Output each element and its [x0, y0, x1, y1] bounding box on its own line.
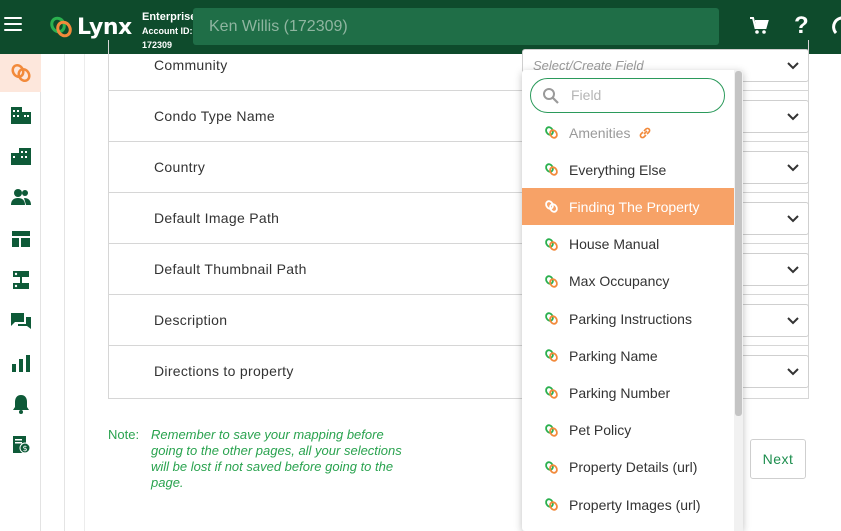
integration-icon: [12, 271, 29, 289]
chevron-down-icon: [787, 266, 799, 274]
sidebar-item-reports[interactable]: [0, 344, 41, 382]
lynx-logo-icon: [10, 63, 31, 83]
dropdown-item[interactable]: Parking Instructions: [522, 300, 734, 337]
dropdown-item-label: Pet Policy: [569, 422, 632, 439]
lynx-field-icon: [545, 498, 558, 511]
lynx-field-icon: [545, 200, 558, 214]
bar-chart-icon: [11, 355, 30, 372]
dropdown-item-label: Parking Name: [569, 347, 658, 364]
sidebar-item-layout[interactable]: [0, 220, 41, 258]
row-label: Directions to property: [154, 363, 294, 379]
billing-icon: $: [12, 436, 30, 454]
dropdown-item[interactable]: Pet Policy: [522, 412, 734, 449]
dropdown-item-label: Finding The Property: [569, 198, 700, 215]
dropdown-item-label: Parking Number: [569, 384, 671, 401]
chevron-down-icon: [787, 164, 799, 172]
lynx-field-icon: [545, 349, 558, 362]
users-icon: [10, 189, 31, 205]
dropdown-item-label: Everything Else: [569, 161, 667, 178]
dropdown-item[interactable]: Everything Else: [522, 151, 734, 188]
building-icon: [10, 107, 31, 124]
search-icon: [543, 88, 559, 104]
field-search-placeholder: Field: [571, 87, 602, 103]
chat-icon: [10, 313, 31, 329]
sidebar-item-buildings[interactable]: [0, 137, 41, 175]
lynx-field-icon: [545, 312, 558, 325]
link-icon: [640, 127, 651, 138]
row-label: Community: [154, 57, 228, 73]
lynx-logo-icon: [50, 16, 72, 38]
dropdown-item[interactable]: Max Occupancy: [522, 263, 734, 300]
logo-text: Lynx: [77, 14, 132, 40]
bell-icon: [12, 395, 29, 414]
sidebar-item-messages[interactable]: [0, 302, 41, 340]
dropdown-item[interactable]: Finding The Property: [522, 188, 734, 226]
dropdown-item[interactable]: Parking Number: [522, 374, 734, 411]
lynx-field-icon: [545, 423, 558, 437]
sidebar-item-lynx[interactable]: [0, 54, 41, 92]
row-label: Country: [154, 159, 206, 175]
dropdown-item-label: Property Details (url): [569, 459, 698, 476]
note-text: Remember to save your mapping before goi…: [151, 427, 402, 490]
sidebar-item-billing[interactable]: $: [0, 426, 41, 464]
next-button[interactable]: Next: [750, 439, 806, 479]
settings-icon[interactable]: [832, 15, 841, 37]
sidebar: $: [0, 54, 41, 531]
lynx-field-icon: [545, 126, 558, 139]
chevron-down-icon: [787, 317, 799, 325]
row-label: Default Thumbnail Path: [154, 261, 307, 277]
dropdown-item[interactable]: Amenities: [522, 114, 734, 151]
sidebar-item-notifications[interactable]: [0, 385, 41, 423]
dropdown-item[interactable]: Parking Name: [522, 337, 734, 374]
lynx-logo[interactable]: Lynx: [48, 12, 132, 42]
lynx-field-icon: [545, 386, 558, 400]
hamburger-menu-icon[interactable]: [4, 17, 22, 33]
chevron-down-icon: [787, 62, 799, 70]
lynx-field-icon: [545, 461, 558, 474]
cart-icon[interactable]: [749, 16, 769, 36]
dropdown-item[interactable]: Property Images (url): [522, 486, 734, 523]
note-label: Note:: [108, 427, 140, 442]
dropdown-item-label: Max Occupancy: [569, 273, 670, 290]
dropdown-item-label: House Manual: [569, 236, 660, 253]
account-type: Enterprise: [142, 11, 197, 23]
field-search-input[interactable]: Field: [530, 78, 725, 113]
dropdown-item-label: Parking Instructions: [569, 310, 692, 327]
row-label: Default Image Path: [154, 210, 280, 226]
chevron-down-icon: [787, 368, 799, 376]
dropdown-item-label: Property Images (url): [569, 496, 701, 513]
sidebar-item-properties[interactable]: [0, 96, 41, 134]
help-icon[interactable]: ?: [794, 12, 809, 40]
dropdown-item[interactable]: Property Details (url): [522, 449, 734, 486]
lynx-field-icon: [545, 163, 558, 176]
lynx-field-icon: [545, 275, 558, 288]
lynx-field-icon: [545, 237, 558, 251]
row-label: Condo Type Name: [154, 108, 275, 124]
sidebar-item-integrations[interactable]: [0, 261, 41, 299]
dropdown-scroll-thumb[interactable]: [735, 71, 742, 416]
row-label: Description: [154, 312, 228, 328]
dropdown-item[interactable]: House Manual: [522, 226, 734, 263]
account-id-label: Account ID:: [142, 26, 193, 36]
svg-text:$: $: [22, 444, 27, 453]
chevron-down-icon: [787, 215, 799, 223]
layout-icon: [11, 231, 30, 247]
buildings-icon: [10, 148, 31, 165]
sidebar-item-users[interactable]: [0, 178, 41, 216]
chevron-down-icon: [787, 113, 799, 121]
dropdown-item-label: Amenities: [569, 124, 631, 141]
